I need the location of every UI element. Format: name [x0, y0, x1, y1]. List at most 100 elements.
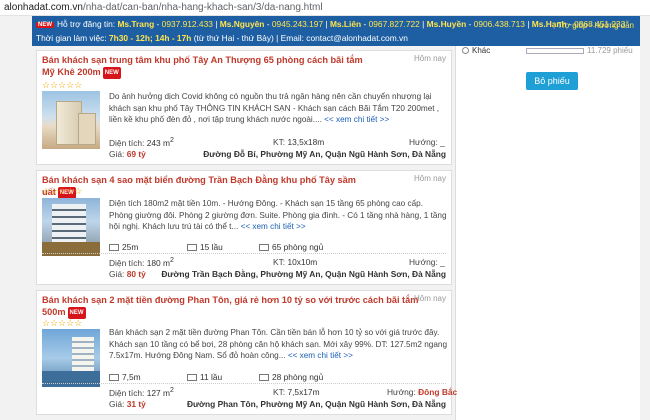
- poll-count: 11.729 phiếu: [587, 46, 633, 55]
- contact-phone[interactable]: 0945.243.197: [272, 19, 323, 29]
- listing-direction: Hướng: _: [409, 257, 445, 267]
- listing-title[interactable]: Bán khách sạn 2 mặt tiền đường Phan Tôn,…: [42, 294, 422, 319]
- size-label: KT:: [273, 137, 286, 147]
- area-unit-sup: 2: [170, 137, 174, 144]
- area-value: 243 m: [146, 137, 170, 148]
- bed-icon: [259, 374, 269, 381]
- address-bar[interactable]: alonhadat.com.vn/nha-dat/can-ban/nha-han…: [0, 0, 650, 16]
- poll-progress-bar: [526, 48, 584, 54]
- listing-description: Diện tích 180m2 mặt tiền 10m. - Hướng Đô…: [109, 198, 447, 233]
- poll-option-label: Khác: [472, 46, 491, 55]
- listing-card: Bán khách sạn 4 sao mặt biển đường Trần …: [36, 170, 452, 285]
- direction-value: _: [440, 257, 445, 267]
- listing-area: Diện tích: 180 m2: [109, 257, 174, 268]
- direction-label: Hướng:: [409, 257, 438, 267]
- bedroom-count-value: 28 phòng ngủ: [272, 372, 324, 382]
- road-width: 7,5m: [109, 372, 141, 382]
- listing-area: Diện tích: 127 m2: [109, 387, 174, 398]
- listing-description-text: Do ảnh hưởng dịch Covid không có nguồn t…: [109, 92, 440, 124]
- area-value: 127 m: [146, 387, 170, 398]
- url-host: alonhadat.com.vn: [4, 2, 83, 13]
- contact-phone[interactable]: 0906.438.713: [474, 19, 525, 29]
- size-value: 7,5x17m: [287, 387, 320, 397]
- listing-photo[interactable]: [42, 91, 100, 149]
- hours-label: Thời gian làm việc:: [36, 33, 107, 43]
- bedroom-count-value: 65 phòng ngủ: [272, 242, 324, 252]
- contact-phone[interactable]: 0967.827.722: [369, 19, 420, 29]
- listing-title[interactable]: Bán khách sạn 4 sao mặt biển đường Trần …: [42, 174, 372, 199]
- floor-count: 15 lầu: [187, 242, 223, 252]
- listing-title-text[interactable]: Bán khách sạn trung tâm khu phố Tây An T…: [42, 55, 363, 77]
- listing-time: Hôm nay: [413, 174, 446, 183]
- size-label: KT:: [273, 387, 286, 397]
- contact-name: Ms.Liên: [329, 19, 362, 29]
- listing-card: Bán khách sạn trung tâm khu phố Tây An T…: [36, 50, 452, 165]
- vote-button[interactable]: Bỏ phiếu: [526, 72, 578, 90]
- listing-size: KT: 7,5x17m: [273, 387, 320, 397]
- listing-description: Bán khách sạn 2 mặt tiền đường Phan Tôn.…: [109, 327, 447, 362]
- listing-area: Diện tích: 243 m2: [109, 137, 174, 148]
- price-label: Giá:: [109, 149, 125, 159]
- poll-option[interactable]: Khác 11.729 phiếu: [462, 46, 637, 58]
- floor-count-value: 11 lầu: [200, 372, 223, 382]
- area-label: Diện tích:: [109, 387, 145, 398]
- area-value: 180 m: [146, 257, 170, 268]
- listing-title[interactable]: Bán khách sạn trung tâm khu phố Tây An T…: [42, 54, 372, 79]
- road-width-value: 25m: [122, 242, 139, 252]
- road-icon: [109, 374, 119, 381]
- url-text[interactable]: alonhadat.com.vn/nha-dat/can-ban/nha-han…: [4, 2, 323, 13]
- listing-price: Giá: 31 tỷ: [109, 399, 146, 409]
- bedroom-count: 28 phòng ngủ: [259, 372, 323, 382]
- direction-label: Hướng:: [387, 387, 416, 397]
- price-value: 31 tỷ: [126, 399, 146, 409]
- rating-stars: ☆☆☆☆☆: [42, 80, 83, 90]
- floors-icon: [187, 374, 197, 381]
- listing-time: Hôm nay: [413, 54, 446, 63]
- email-link[interactable]: contact@alonhadat.com.vn: [306, 33, 408, 43]
- listing-title-text[interactable]: Bán khách sạn 2 mặt tiền đường Phan Tôn,…: [42, 295, 418, 317]
- listing-price: Giá: 80 tỷ: [109, 269, 146, 279]
- listing-price: Giá: 69 tỷ: [109, 149, 146, 159]
- contact-name: Ms.Nguyên: [219, 19, 265, 29]
- size-value: 13,5x18m: [287, 137, 325, 147]
- radio-icon[interactable]: [462, 47, 469, 54]
- road-width: 25m: [109, 242, 138, 252]
- support-label: Hỗ trợ đăng tin:: [57, 19, 116, 29]
- divider: [42, 383, 446, 384]
- rating-stars: ☆☆☆☆☆: [42, 318, 83, 328]
- direction-label: Hướng:: [409, 137, 438, 147]
- area-unit-sup: 2: [170, 387, 174, 394]
- listing-title-text[interactable]: Bán khách sạn 4 sao mặt biển đường Trần …: [42, 175, 356, 197]
- price-value: 69 tỷ: [126, 149, 146, 159]
- support-line: NEW Hỗ trợ đăng tin: Ms.Trang - 0937.912.…: [36, 19, 626, 29]
- road-width-value: 7,5m: [122, 372, 141, 382]
- listing-photo[interactable]: [42, 329, 100, 387]
- divider: [42, 253, 446, 254]
- url-path: /nha-dat/can-ban/nha-hang-khach-san/3/da…: [82, 2, 323, 13]
- support-header: NEW Hỗ trợ đăng tin: Ms.Trang - 0937.912.…: [32, 16, 640, 46]
- new-badge: NEW: [36, 22, 54, 28]
- listing-photo[interactable]: [42, 198, 100, 256]
- help-link[interactable]: Trợ giúp - hướng dẫn: [558, 21, 634, 30]
- floors-icon: [187, 244, 197, 251]
- hours-note: (từ thứ Hai - thứ Bảy) | Email:: [193, 33, 304, 43]
- price-value: 80 tỷ: [126, 269, 146, 279]
- bed-icon: [259, 244, 269, 251]
- size-label: KT:: [273, 257, 286, 267]
- price-label: Giá:: [109, 269, 125, 279]
- view-details-link[interactable]: << xem chi tiết >>: [288, 351, 353, 360]
- listing-time: Hôm nay: [413, 294, 446, 303]
- road-icon: [109, 244, 119, 251]
- listing-description-text: Bán khách sạn 2 mặt tiền đường Phan Tôn.…: [109, 328, 448, 360]
- floor-count: 11 lầu: [187, 372, 222, 382]
- view-details-link[interactable]: << xem chi tiết >>: [324, 115, 389, 124]
- direction-value: Đông Bắc: [418, 387, 458, 397]
- listing-size: KT: 13,5x18m: [273, 137, 324, 147]
- direction-value: _: [440, 137, 445, 147]
- hours-line: Thời gian làm việc: 7h30 - 12h; 14h - 17…: [36, 33, 408, 43]
- listing-direction: Hướng: Đông Bắc: [387, 387, 457, 397]
- listing-card: Bán khách sạn 2 mặt tiền đường Phan Tôn,…: [36, 290, 457, 415]
- contact-phone[interactable]: 0937.912.433: [162, 19, 213, 29]
- hours-value: 7h30 - 12h; 14h - 17h: [108, 33, 192, 43]
- view-details-link[interactable]: << xem chi tiết >>: [241, 222, 306, 231]
